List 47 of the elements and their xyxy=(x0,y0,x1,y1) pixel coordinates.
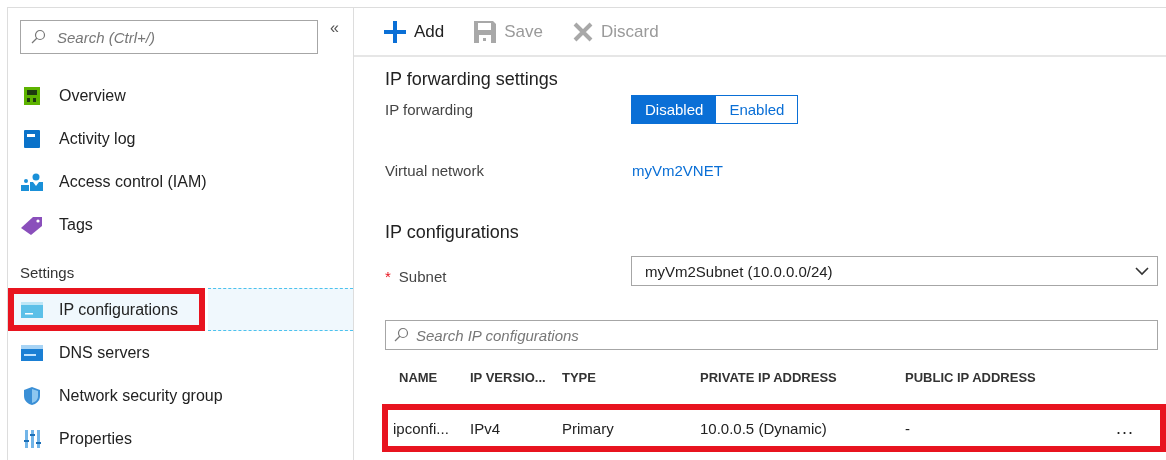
table-row[interactable]: ipconfi... IPv4 Primary 10.0.0.5 (Dynamic) - ... xyxy=(382,404,1166,452)
column-header[interactable]: TYPE xyxy=(562,350,700,404)
section-title: IP configurations xyxy=(385,222,520,243)
sidebar-item[interactable]: Network security group xyxy=(8,374,353,417)
column-header[interactable]: PRIVATE IP ADDRESS xyxy=(700,350,905,404)
table-cell-text: Primary xyxy=(562,419,615,437)
table-cell-text: ipconfi... xyxy=(392,419,450,437)
section-heading: Settings xyxy=(19,263,76,283)
chevron-down-icon xyxy=(1135,266,1149,276)
search-icon xyxy=(30,29,46,45)
monitor-icon xyxy=(21,86,43,105)
table-cell-text: IPv4 xyxy=(470,419,501,437)
save-icon xyxy=(474,20,497,43)
sidebar-item[interactable]: Tags xyxy=(8,203,353,246)
table-cell-text: - xyxy=(905,419,911,437)
field-label: Subnet xyxy=(398,268,447,285)
sidebar-item[interactable]: Properties xyxy=(8,417,353,460)
shield-icon xyxy=(21,386,43,405)
field-label: Virtual network xyxy=(385,162,485,179)
more-button[interactable]: ... xyxy=(1116,417,1166,439)
dns-icon xyxy=(21,344,43,361)
column-header[interactable]: IP VERSIO... xyxy=(470,350,562,404)
network-link[interactable]: myVm2VNET xyxy=(632,162,723,179)
column-header[interactable]: NAME xyxy=(385,350,470,404)
sliders-icon xyxy=(21,429,43,448)
people-icon xyxy=(21,172,43,191)
plus-icon xyxy=(384,20,406,43)
tag-icon xyxy=(21,214,43,235)
toggle-option[interactable]: Disabled xyxy=(632,96,717,123)
toolbar-button[interactable]: Add xyxy=(384,20,445,43)
sidebar-item[interactable]: Activity log xyxy=(8,117,353,160)
subnet-dropdown[interactable]: myVm2Subnet (10.0.0.0/24) xyxy=(631,256,1158,286)
network-card-icon xyxy=(21,301,43,318)
sidebar-item[interactable]: IP configurations xyxy=(8,288,205,331)
sidebar-item[interactable]: Overview xyxy=(8,74,353,117)
log-icon xyxy=(21,129,43,148)
search-field[interactable]: Search (Ctrl+/) xyxy=(20,20,318,54)
table-cell-text: 10.0.0.5 (Dynamic) xyxy=(700,419,828,437)
required-mark: * xyxy=(385,268,391,285)
sidebar-item[interactable]: Access control (IAM) xyxy=(8,160,353,203)
search-field[interactable]: Search IP configurations xyxy=(385,320,1158,350)
column-header[interactable]: PUBLIC IP ADDRESS xyxy=(905,350,1116,404)
close-icon xyxy=(573,21,593,42)
section-title: IP forwarding settings xyxy=(385,69,559,90)
sidebar-item[interactable]: DNS servers xyxy=(8,331,353,374)
field-label: IP forwarding xyxy=(385,101,475,118)
collapse-button[interactable]: « xyxy=(330,20,339,36)
